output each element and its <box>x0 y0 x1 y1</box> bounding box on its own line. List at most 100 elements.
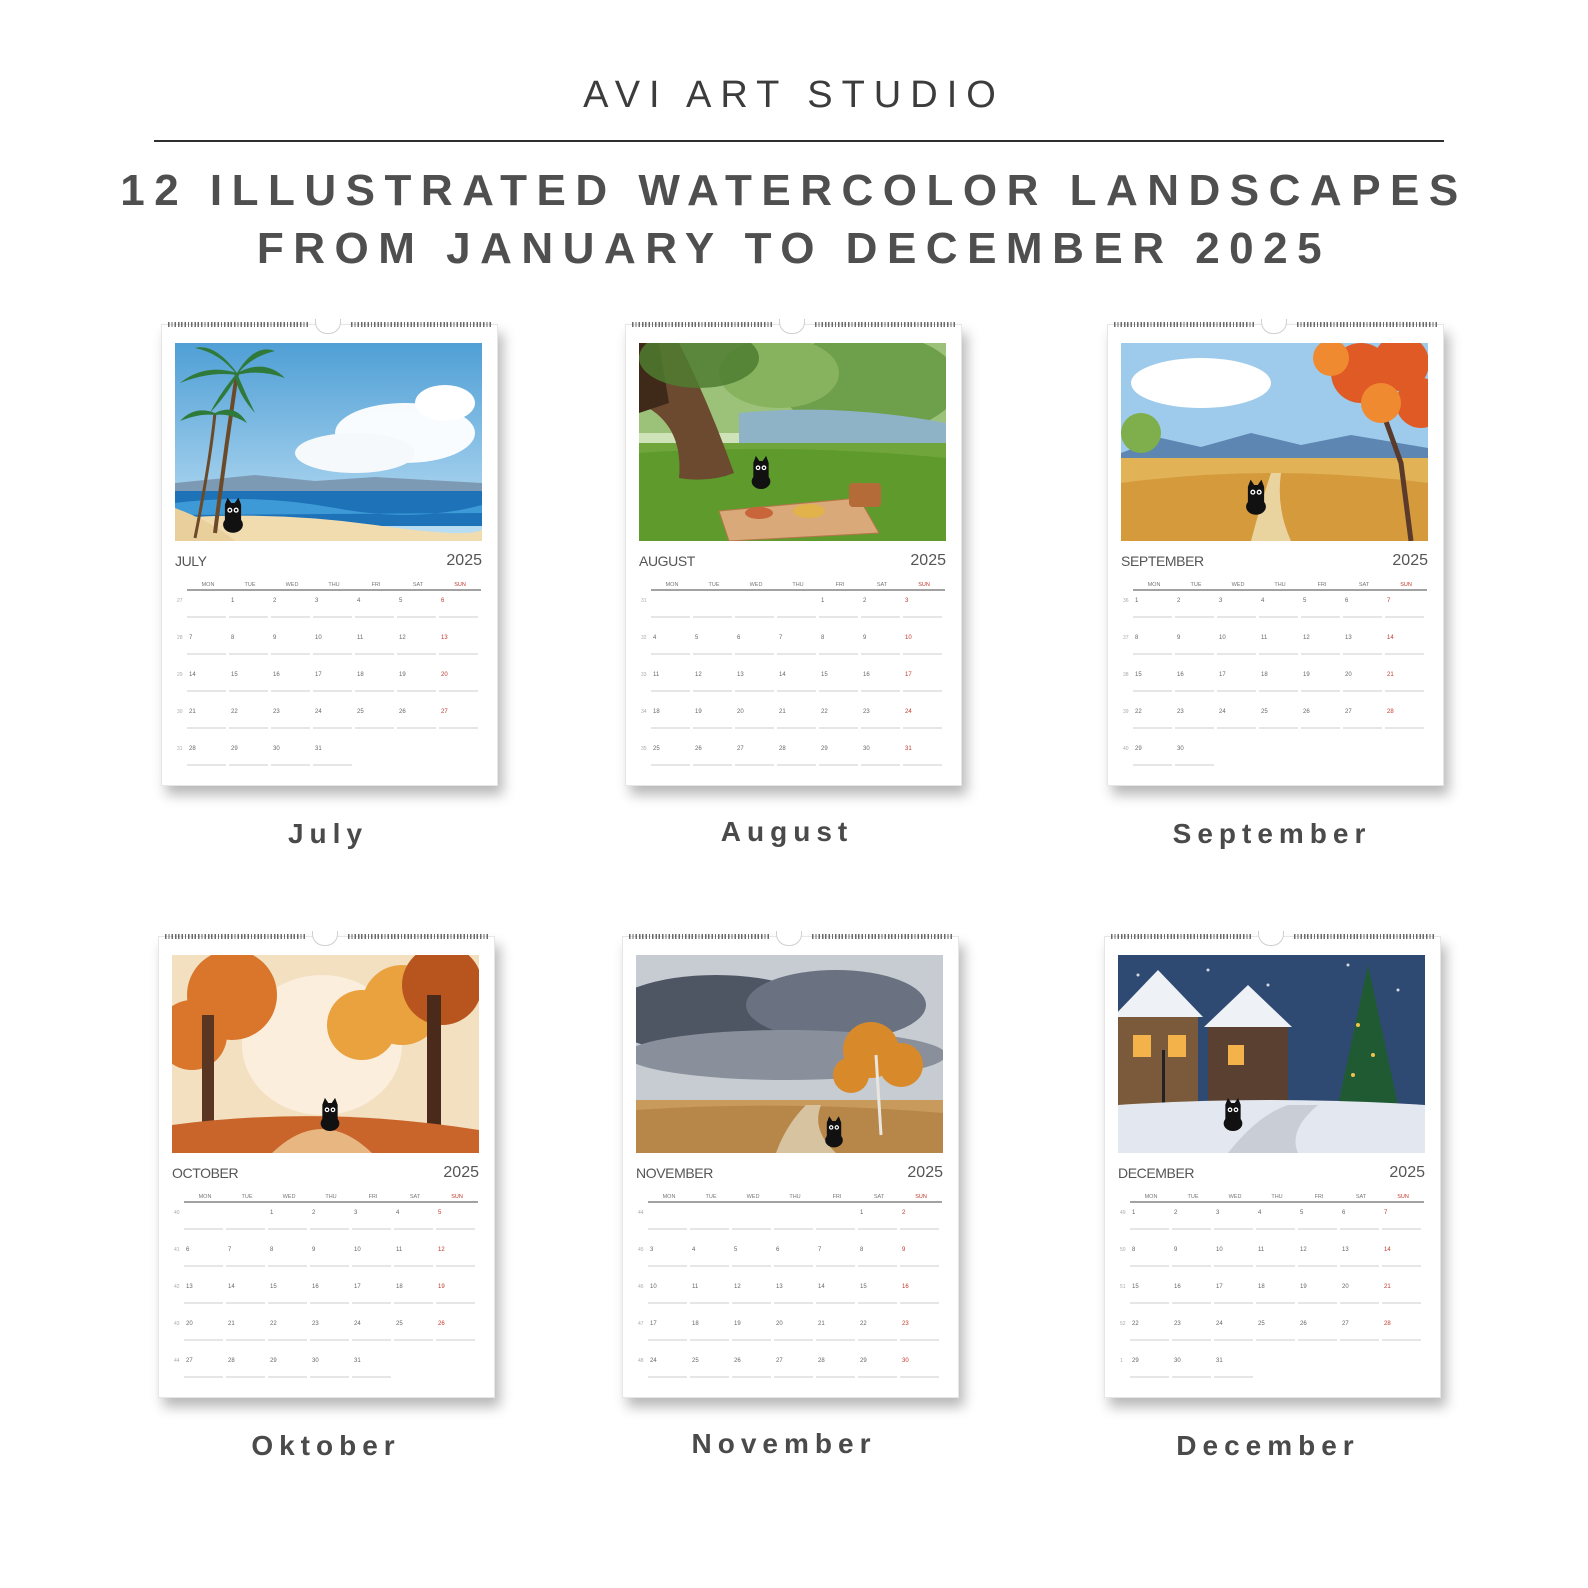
spiral-binding <box>1294 934 1434 939</box>
headline-line-2: FROM JANUARY TO DECEMBER 2025 <box>256 224 1332 273</box>
calendar-day: 24 <box>905 709 912 715</box>
calendar-day: 15 <box>231 672 238 678</box>
calendar-day: 31 <box>354 1358 361 1364</box>
week-number: 38 <box>1123 672 1129 678</box>
calendar-day: 2 <box>1177 598 1181 604</box>
calendar-page-field: SEPTEMBER 2025 MON TUE WED THU FRI SAT SUN 36 1 2… <box>1107 319 1444 786</box>
calendar-day: 19 <box>438 1284 445 1290</box>
headline-line-1: 12 ILLUSTRATED WATERCOLOR LANDSCAPES <box>120 166 1468 215</box>
calendar-day: 6 <box>776 1247 780 1253</box>
calendar-day: 26 <box>695 746 702 752</box>
calendar-day: 28 <box>189 746 196 752</box>
hanger-hook <box>1258 931 1284 946</box>
calendar-day: 18 <box>692 1321 699 1327</box>
watercolor-illustration <box>175 343 482 541</box>
weekday-label: SUN <box>451 1194 463 1200</box>
calendar-day: 4 <box>653 635 657 641</box>
watercolor-illustration <box>172 955 479 1153</box>
calendar-day: 24 <box>354 1321 361 1327</box>
calendar-day: 29 <box>231 746 238 752</box>
calendar-day: 20 <box>186 1321 193 1327</box>
calendar-day: 17 <box>650 1321 657 1327</box>
header-divider <box>154 140 1444 142</box>
calendar-day: 29 <box>1132 1358 1139 1364</box>
calendar-day: 2 <box>1174 1210 1178 1216</box>
week-number: 32 <box>641 635 647 641</box>
calendar-day: 25 <box>357 709 364 715</box>
spiral-binding <box>815 322 955 327</box>
weekday-label: WED <box>750 582 763 588</box>
calendar-day: 8 <box>821 635 825 641</box>
week-number: 52 <box>1120 1321 1126 1327</box>
calendar-day: 29 <box>270 1358 277 1364</box>
calendar-day: 20 <box>737 709 744 715</box>
month-year: 2025 <box>907 1164 943 1181</box>
weekday-label: MON <box>202 582 215 588</box>
watercolor-illustration <box>639 343 946 541</box>
month-caption: August <box>720 816 854 847</box>
calendar-day: 24 <box>315 709 322 715</box>
calendar-day: 11 <box>692 1284 699 1290</box>
week-number: 48 <box>638 1358 644 1364</box>
calendar-day: 14 <box>228 1284 235 1290</box>
calendar-day: 24 <box>1219 709 1226 715</box>
weekday-label: SAT <box>874 1194 885 1200</box>
calendar-day: 5 <box>695 635 699 641</box>
weekday-label: SAT <box>1359 582 1370 588</box>
calendar-day: 5 <box>1303 598 1307 604</box>
calendar-day: 12 <box>1303 635 1310 641</box>
calendar-day: 3 <box>315 598 319 604</box>
calendar-day: 4 <box>1258 1210 1262 1216</box>
weekday-label: SUN <box>1400 582 1412 588</box>
calendar-day: 29 <box>821 746 828 752</box>
calendar-day: 29 <box>860 1358 867 1364</box>
calendar-day: 4 <box>396 1210 400 1216</box>
calendar-day: 10 <box>650 1284 657 1290</box>
calendar-page-storm: NOVEMBER 2025 MON TUE WED THU FRI SAT SUN 44 1 2 4… <box>622 931 959 1398</box>
month-caption: September <box>1172 818 1372 849</box>
hanger-hook <box>1261 319 1287 334</box>
week-number: 34 <box>641 709 647 715</box>
calendar-day: 28 <box>779 746 786 752</box>
calendar-day: 11 <box>1258 1247 1265 1253</box>
calendar-day: 9 <box>312 1247 316 1253</box>
calendar-day: 12 <box>695 672 702 678</box>
calendar-day: 21 <box>1384 1284 1391 1290</box>
weekday-label: WED <box>283 1194 296 1200</box>
weekday-label: SUN <box>915 1194 927 1200</box>
spiral-binding <box>351 322 491 327</box>
month-name: AUGUST <box>639 553 695 569</box>
calendar-day: 2 <box>273 598 277 604</box>
weekday-label: TUE <box>709 582 720 588</box>
calendar-day: 16 <box>1177 672 1184 678</box>
calendar-day: 20 <box>776 1321 783 1327</box>
calendar-day: 21 <box>818 1321 825 1327</box>
hanger-hook <box>315 319 341 334</box>
calendar-day: 8 <box>860 1247 864 1253</box>
calendar-day: 27 <box>1345 709 1352 715</box>
calendar-day: 10 <box>315 635 322 641</box>
week-number: 31 <box>177 746 183 752</box>
calendar-day: 25 <box>1261 709 1268 715</box>
calendar-day: 21 <box>228 1321 235 1327</box>
calendar-day: 29 <box>1135 746 1142 752</box>
calendar-day: 24 <box>1216 1321 1223 1327</box>
calendar-day: 26 <box>1303 709 1310 715</box>
calendar-day: 7 <box>189 635 193 641</box>
month-year: 2025 <box>1389 1164 1425 1181</box>
weekday-label: THU <box>325 1194 336 1200</box>
calendar-day: 25 <box>1258 1321 1265 1327</box>
weekday-label: SUN <box>918 582 930 588</box>
calendar-page-picnic: AUGUST 2025 MON TUE WED THU FRI SAT SUN 31 1 2 3 32… <box>625 319 962 786</box>
calendar-day: 16 <box>902 1284 909 1290</box>
weekday-label: TUE <box>245 582 256 588</box>
weekday-label: SAT <box>410 1194 421 1200</box>
spiral-binding <box>165 934 305 939</box>
week-number: 40 <box>1123 746 1129 752</box>
calendar-day: 16 <box>1174 1284 1181 1290</box>
calendar-day: 22 <box>1135 709 1142 715</box>
weekday-label: WED <box>1232 582 1245 588</box>
weekday-label: WED <box>747 1194 760 1200</box>
calendar-day: 2 <box>863 598 867 604</box>
month-name: JULY <box>175 553 207 569</box>
